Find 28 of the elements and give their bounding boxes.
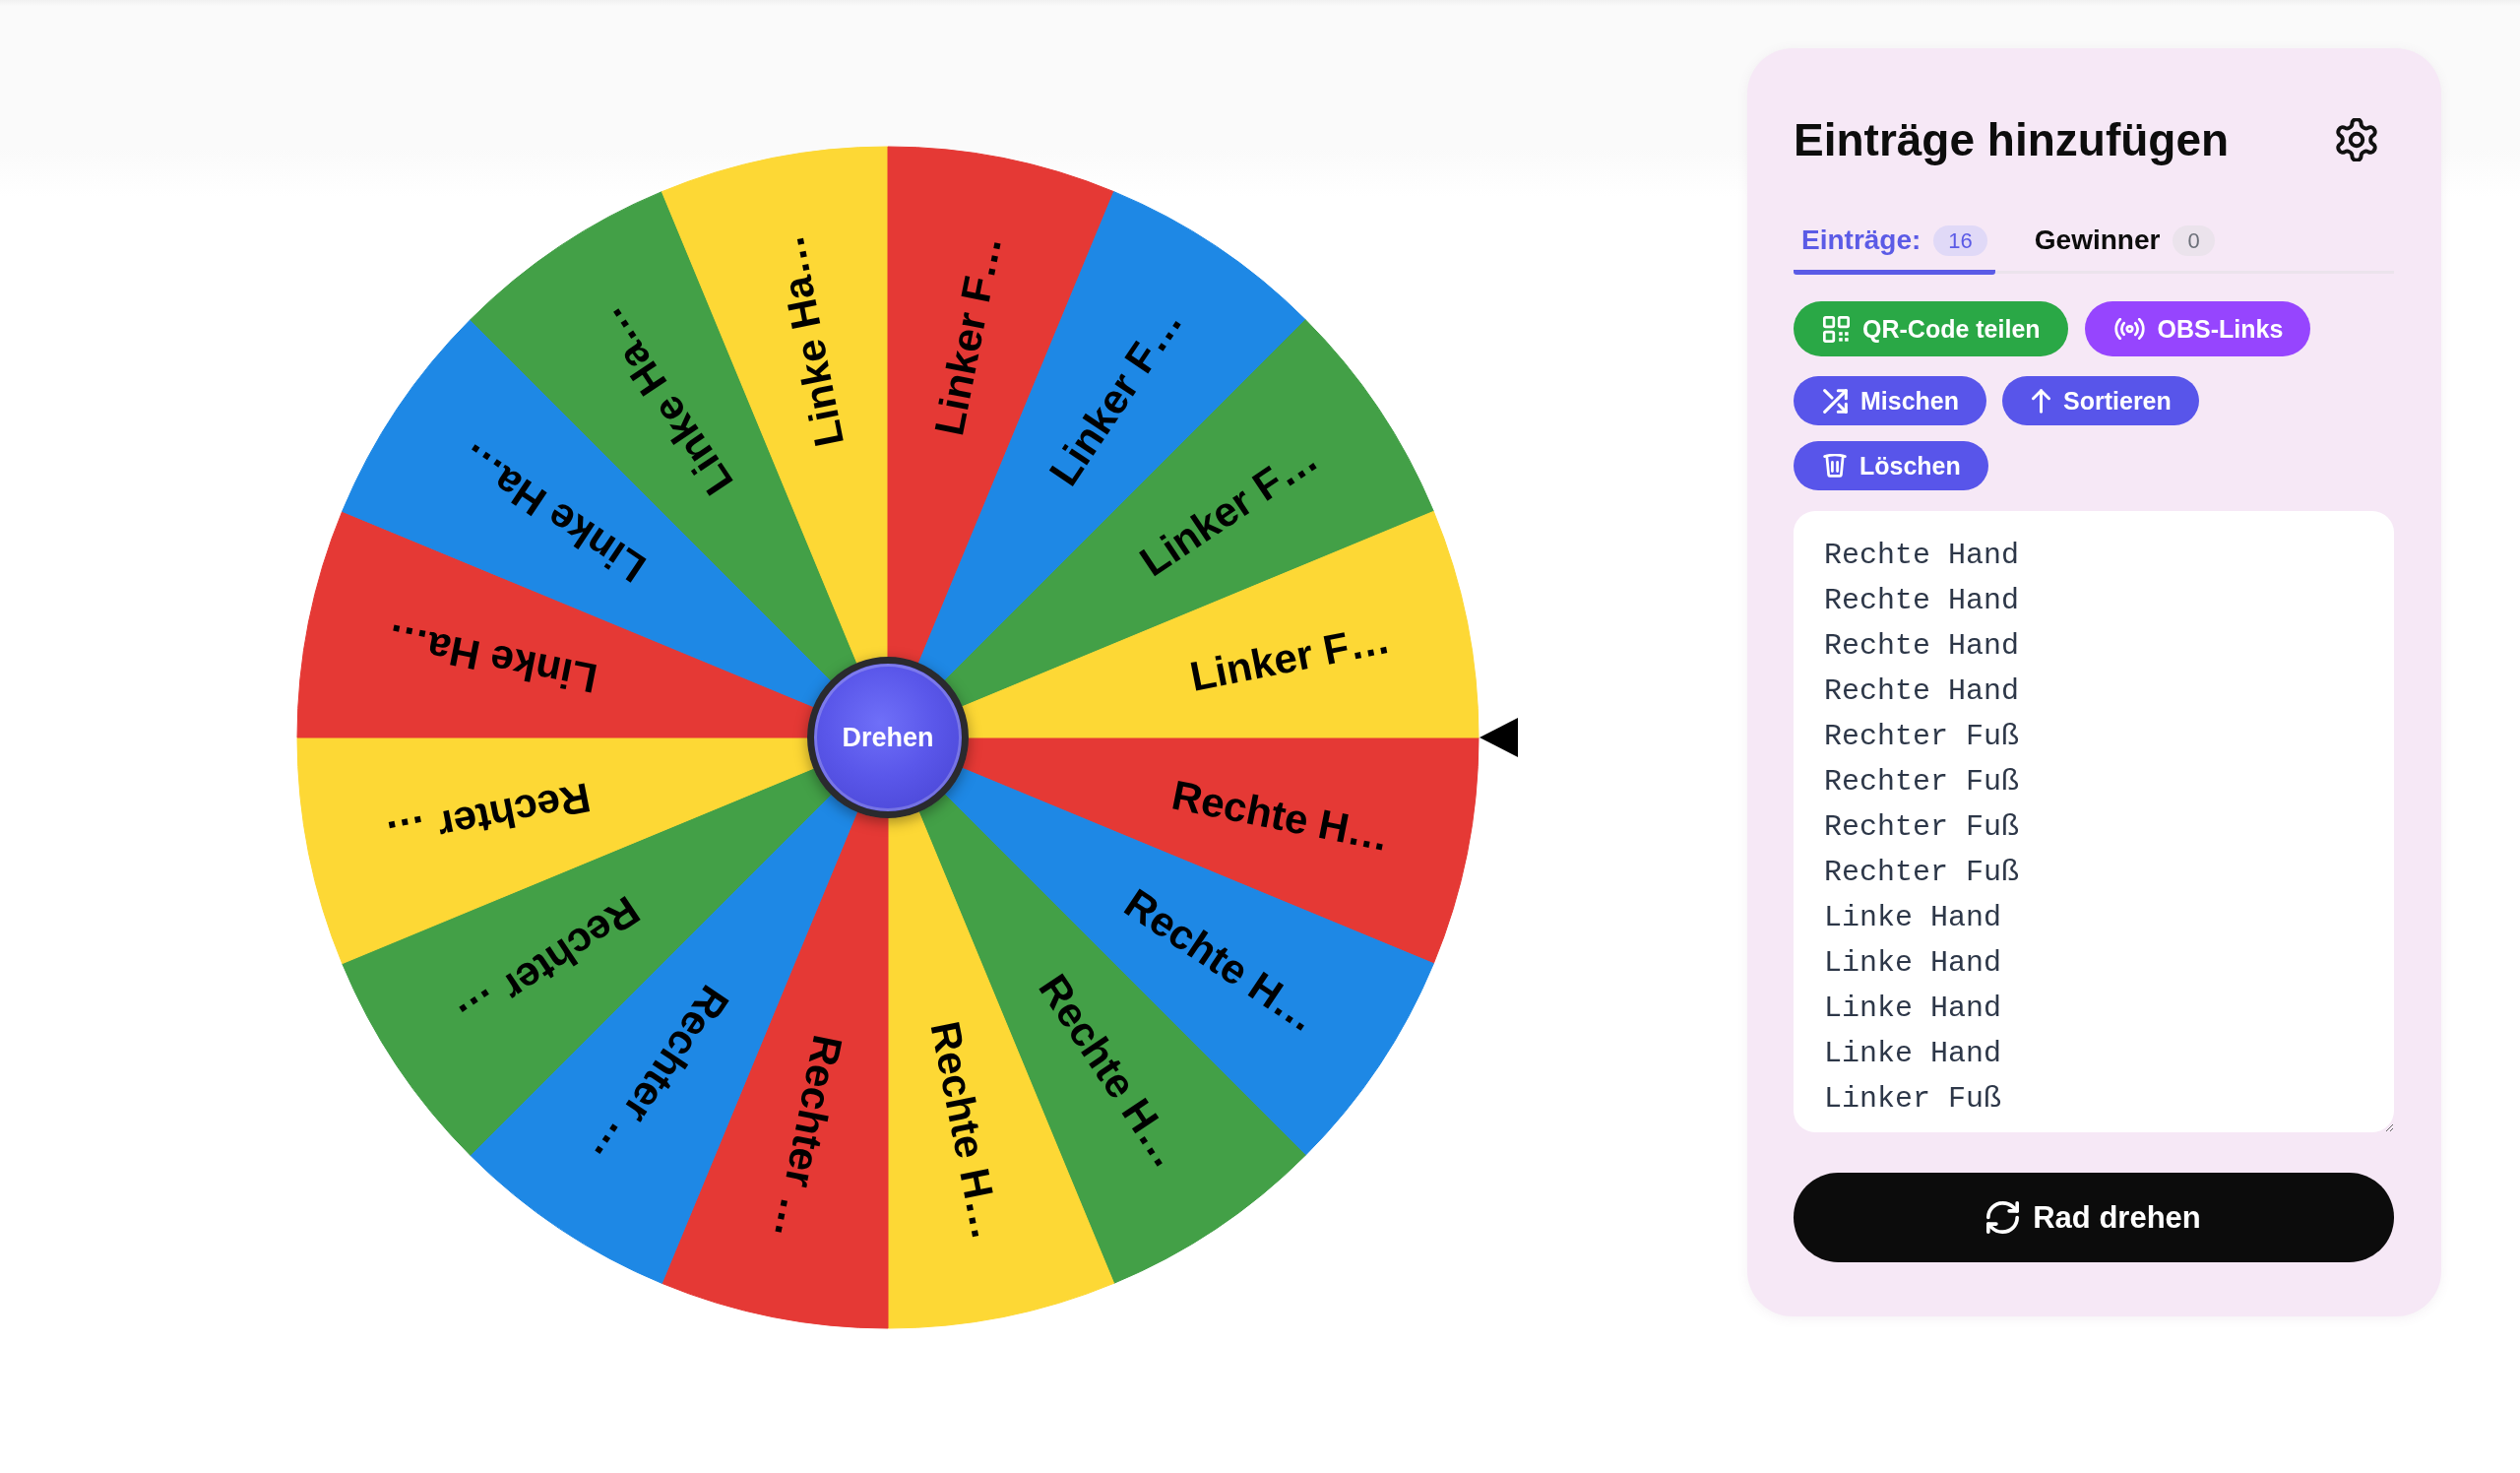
shuffle-icon — [1823, 388, 1848, 414]
refresh-icon — [1986, 1201, 2020, 1234]
action-button[interactable]: Löschen — [1794, 441, 1988, 490]
segment-label: Rechter … — [765, 1031, 851, 1244]
segment-label: Linke Ha… — [382, 614, 601, 703]
segment-label: Linker F… — [925, 231, 1011, 439]
broadcast-icon — [2113, 318, 2145, 340]
segment-label: Rechte H… — [921, 1017, 1011, 1244]
trash-icon — [1823, 454, 1847, 478]
tab[interactable]: Gewinner 0 — [2026, 214, 2223, 275]
tab[interactable]: Einträge: 16 — [1794, 214, 1995, 275]
settings-icon[interactable] — [2335, 118, 2378, 161]
segment-label: Linker F… — [1186, 614, 1394, 700]
action-button[interactable]: Mischen — [1794, 376, 1987, 425]
segment-label: Rechter … — [382, 774, 595, 861]
spin-wheel-button[interactable]: Rad drehen — [1794, 1173, 2394, 1262]
arrow-up-icon — [2032, 388, 2051, 414]
qr-code-icon — [1823, 315, 1850, 343]
action-button[interactable]: QR-Code teilen — [1794, 301, 2068, 356]
segment-label: Linke Ha… — [765, 231, 853, 451]
segment-label: Rechte H… — [1167, 771, 1394, 861]
pointer-icon — [1480, 718, 1518, 757]
action-button[interactable]: OBS-Links — [2084, 301, 2311, 356]
count-badge: 0 — [2173, 224, 2215, 256]
entries-field[interactable]: Rechte Hand Rechte Hand Rechte Hand Rechte Hand Rechter Fuß Rechter Fuß Rechter Fuß Rechter Fuß Linke Hand Linke Hand Linke Hand Linke Hand Linker Fuß — [1794, 511, 2394, 1132]
panel-title: Einträge hinzufügen — [1794, 113, 2230, 167]
count-badge: 16 — [1933, 224, 1987, 256]
action-button[interactable]: Sortieren — [2002, 376, 2199, 425]
